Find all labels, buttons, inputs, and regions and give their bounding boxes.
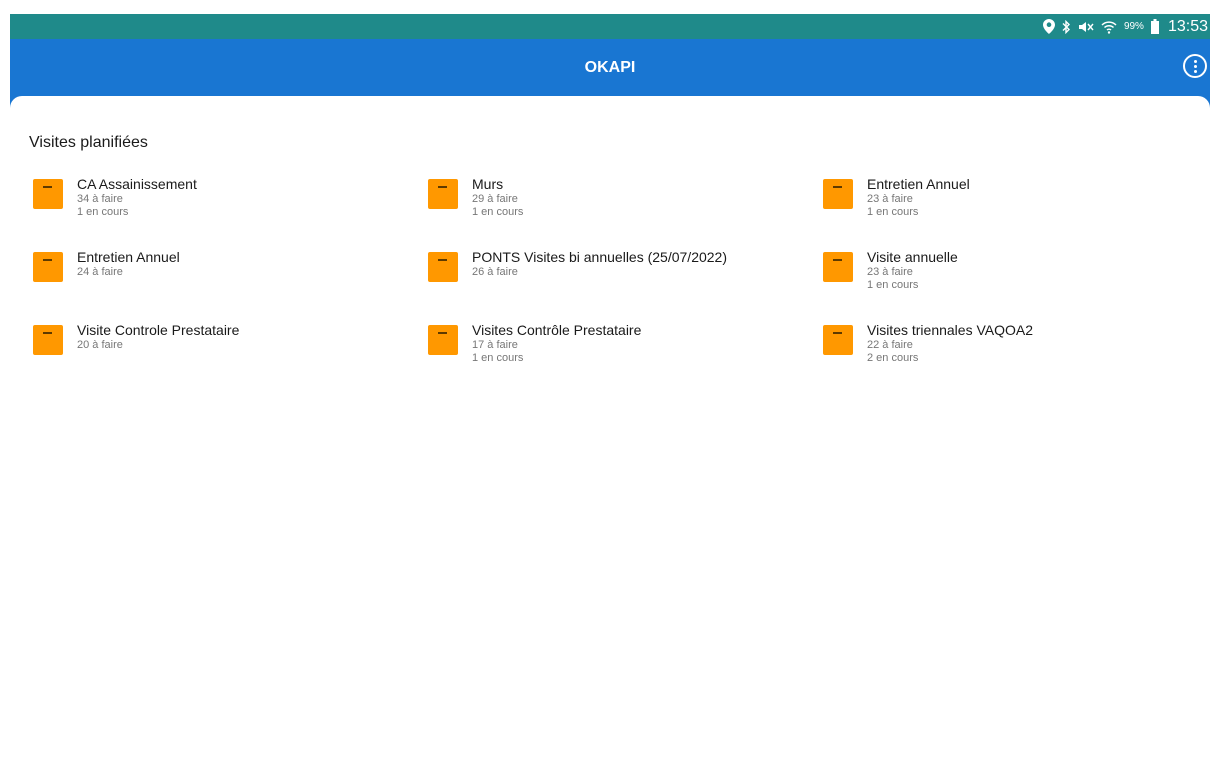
folder-icon [823, 252, 853, 282]
visit-item[interactable]: Entretien Annuel 24 à faire [33, 249, 428, 322]
visit-todo: 34 à faire [77, 193, 123, 205]
screen-top-margin [0, 0, 1210, 14]
screen-left-margin [0, 0, 10, 763]
visit-item[interactable]: PONTS Visites bi annuelles (25/07/2022) … [428, 249, 823, 322]
visit-todo: 26 à faire [472, 266, 518, 278]
battery-icon [1150, 19, 1159, 34]
more-vert-icon[interactable] [1183, 54, 1207, 78]
folder-icon [823, 325, 853, 355]
visit-name: CA Assainissement [77, 176, 197, 192]
menu-dot [1193, 69, 1197, 73]
app-bar: OKAPI [10, 39, 1210, 96]
wifi-icon [1101, 20, 1117, 34]
app-title: OKAPI [584, 59, 636, 76]
visit-todo: 29 à faire [472, 193, 518, 205]
visit-todo: 23 à faire [867, 266, 913, 278]
visit-name: PONTS Visites bi annuelles (25/07/2022) [472, 249, 727, 265]
visit-name: Visite annuelle [867, 249, 958, 265]
visit-item[interactable]: Entretien Annuel 23 à faire 1 en cours [823, 176, 1193, 249]
visit-name: Entretien Annuel [77, 249, 180, 265]
menu-dot [1193, 64, 1197, 68]
visit-in-progress: 1 en cours [472, 352, 524, 364]
visit-todo: 24 à faire [77, 266, 123, 278]
visit-item[interactable]: Visite annuelle 23 à faire 1 en cours [823, 249, 1193, 322]
folder-icon [428, 179, 458, 209]
folder-icon [33, 252, 63, 282]
visit-item[interactable]: Visites triennales VAQOA2 22 à faire 2 e… [823, 322, 1193, 395]
visit-name: Entretien Annuel [867, 176, 970, 192]
folder-icon [428, 252, 458, 282]
folder-icon [428, 325, 458, 355]
visit-name: Visites Contrôle Prestataire [472, 322, 642, 338]
battery-percent: 99% [1123, 21, 1144, 32]
visit-item[interactable]: Visites Contrôle Prestataire 17 à faire … [428, 322, 823, 395]
visit-in-progress: 1 en cours [867, 279, 919, 291]
visit-todo: 20 à faire [77, 339, 123, 351]
visit-in-progress: 1 en cours [867, 206, 919, 218]
main-content: Visites planifiées CA Assainissement 34 … [10, 96, 1210, 763]
visit-todo: 23 à faire [867, 193, 913, 205]
visit-name: Murs [472, 176, 504, 192]
location-icon [1042, 19, 1055, 34]
status-bar: 99% 13:53 [10, 14, 1210, 39]
visit-item[interactable]: Murs 29 à faire 1 en cours [428, 176, 823, 249]
visit-name: Visite Controle Prestataire [77, 322, 240, 338]
menu-dot [1193, 59, 1197, 63]
clock: 13:53 [1167, 17, 1208, 35]
visit-todo: 22 à faire [867, 339, 913, 351]
folder-icon [33, 325, 63, 355]
folder-icon [33, 179, 63, 209]
visit-name: Visites triennales VAQOA2 [867, 322, 1034, 338]
mute-icon [1078, 20, 1094, 34]
app-window: 99% 13:53 OKAPI Visites planifiées CA As… [0, 0, 1210, 763]
bluetooth-icon [1062, 19, 1071, 34]
visit-in-progress: 1 en cours [77, 206, 129, 218]
visit-in-progress: 1 en cours [472, 206, 524, 218]
folder-icon [823, 179, 853, 209]
visit-item[interactable]: CA Assainissement 34 à faire 1 en cours [33, 176, 428, 249]
visit-todo: 17 à faire [472, 339, 518, 351]
visit-in-progress: 2 en cours [867, 352, 919, 364]
visit-item[interactable]: Visite Controle Prestataire 20 à faire [33, 322, 428, 395]
section-title: Visites planifiées [29, 134, 148, 151]
visits-grid: CA Assainissement 34 à faire 1 en cours … [33, 176, 1193, 395]
